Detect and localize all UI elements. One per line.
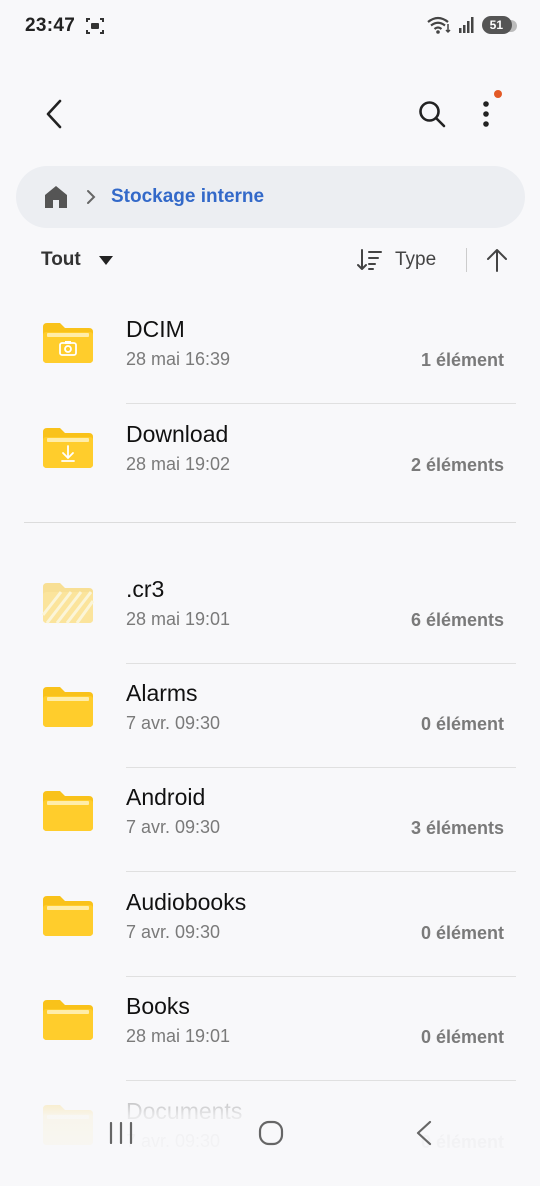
divider xyxy=(466,248,467,272)
folder-item-count: 3 éléments xyxy=(410,818,504,838)
folder-row[interactable]: Books 28 mai 19:01 0 élément xyxy=(0,977,540,1081)
arrow-up-icon[interactable] xyxy=(484,247,510,273)
sort-icon xyxy=(357,249,382,270)
folder-date: 28 mai 19:01 xyxy=(126,1026,231,1046)
status-time: 23:47 xyxy=(25,15,76,36)
folder-item-count: 0 élément xyxy=(420,714,504,734)
folder-row[interactable]: Audiobooks 7 avr. 09:30 0 élément xyxy=(0,873,540,977)
folder-date: 28 mai 16:39 xyxy=(126,349,231,369)
folder-name: DCIM xyxy=(126,316,185,342)
nav-back-icon[interactable] xyxy=(413,1120,435,1146)
row-divider xyxy=(126,871,516,872)
folder-name: Audiobooks xyxy=(126,889,247,915)
search-icon xyxy=(419,101,446,128)
folder-name: Books xyxy=(126,993,190,1019)
hidden-folder-icon xyxy=(41,579,95,625)
folder-name: .cr3 xyxy=(126,576,165,602)
status-bar: 23:47 51 xyxy=(0,0,540,56)
folder-name: Alarms xyxy=(126,680,198,706)
folder-item-count: 1 élément xyxy=(420,350,504,370)
folder-date: 7 avr. 09:30 xyxy=(126,713,221,733)
folder-icon xyxy=(41,787,95,833)
home-button-icon[interactable] xyxy=(258,1120,284,1146)
row-divider xyxy=(126,403,516,404)
status-icons: 51 xyxy=(426,15,518,35)
folder-icon xyxy=(41,892,95,938)
wifi-icon xyxy=(426,16,451,34)
search-button[interactable] xyxy=(412,94,452,134)
home-icon[interactable] xyxy=(43,184,69,210)
folder-icon xyxy=(41,996,95,1042)
battery-indicator: 51 xyxy=(481,16,518,34)
chevron-right-icon xyxy=(87,190,96,204)
folder-name: Download xyxy=(126,421,229,447)
folder-row[interactable]: DCIM 28 mai 16:39 1 élément xyxy=(0,300,540,404)
folder-row[interactable]: Download 28 mai 19:02 2 éléments xyxy=(0,405,540,509)
back-button[interactable] xyxy=(34,94,74,134)
folder-date: 28 mai 19:01 xyxy=(126,609,231,629)
app-bar xyxy=(0,80,540,144)
folder-row[interactable]: Alarms 7 avr. 09:30 0 élément xyxy=(0,664,540,768)
folder-item-count: 6 éléments xyxy=(410,610,504,630)
filter-label: Tout xyxy=(41,249,81,270)
camera-folder-icon xyxy=(41,319,95,365)
caret-down-icon xyxy=(98,255,113,265)
folder-date: 7 avr. 09:30 xyxy=(126,922,221,942)
recent-apps-icon[interactable] xyxy=(107,1122,135,1144)
sort-toolbar: Tout Type xyxy=(0,240,540,280)
folder-item-count: 2 éléments xyxy=(410,455,504,475)
folder-row[interactable]: .cr3 28 mai 19:01 6 éléments xyxy=(0,560,540,664)
folder-row[interactable]: Android 7 avr. 09:30 3 éléments xyxy=(0,768,540,872)
folder-date: 28 mai 19:02 xyxy=(126,454,231,474)
download-folder-icon xyxy=(41,424,95,470)
sort-type-label: Type xyxy=(395,249,437,270)
screenshot-icon xyxy=(86,18,104,34)
notification-dot xyxy=(494,90,502,98)
folder-icon xyxy=(41,683,95,729)
signal-icon xyxy=(458,17,474,33)
more-options-button[interactable] xyxy=(466,90,506,134)
folder-item-count: 0 élément xyxy=(420,1027,504,1047)
more-vertical-icon xyxy=(483,101,489,127)
breadcrumb-current[interactable]: Stockage interne xyxy=(111,186,264,208)
chevron-left-icon xyxy=(46,99,62,129)
sort-type-button[interactable]: Type xyxy=(357,248,436,272)
breadcrumb: Stockage interne xyxy=(16,166,525,228)
filter-dropdown[interactable]: Tout xyxy=(41,249,113,271)
folder-date: 7 avr. 09:30 xyxy=(126,817,221,837)
folder-name: Android xyxy=(126,784,206,810)
navigation-bar xyxy=(0,1110,540,1170)
group-divider xyxy=(24,522,516,523)
folder-item-count: 0 élément xyxy=(420,923,504,943)
